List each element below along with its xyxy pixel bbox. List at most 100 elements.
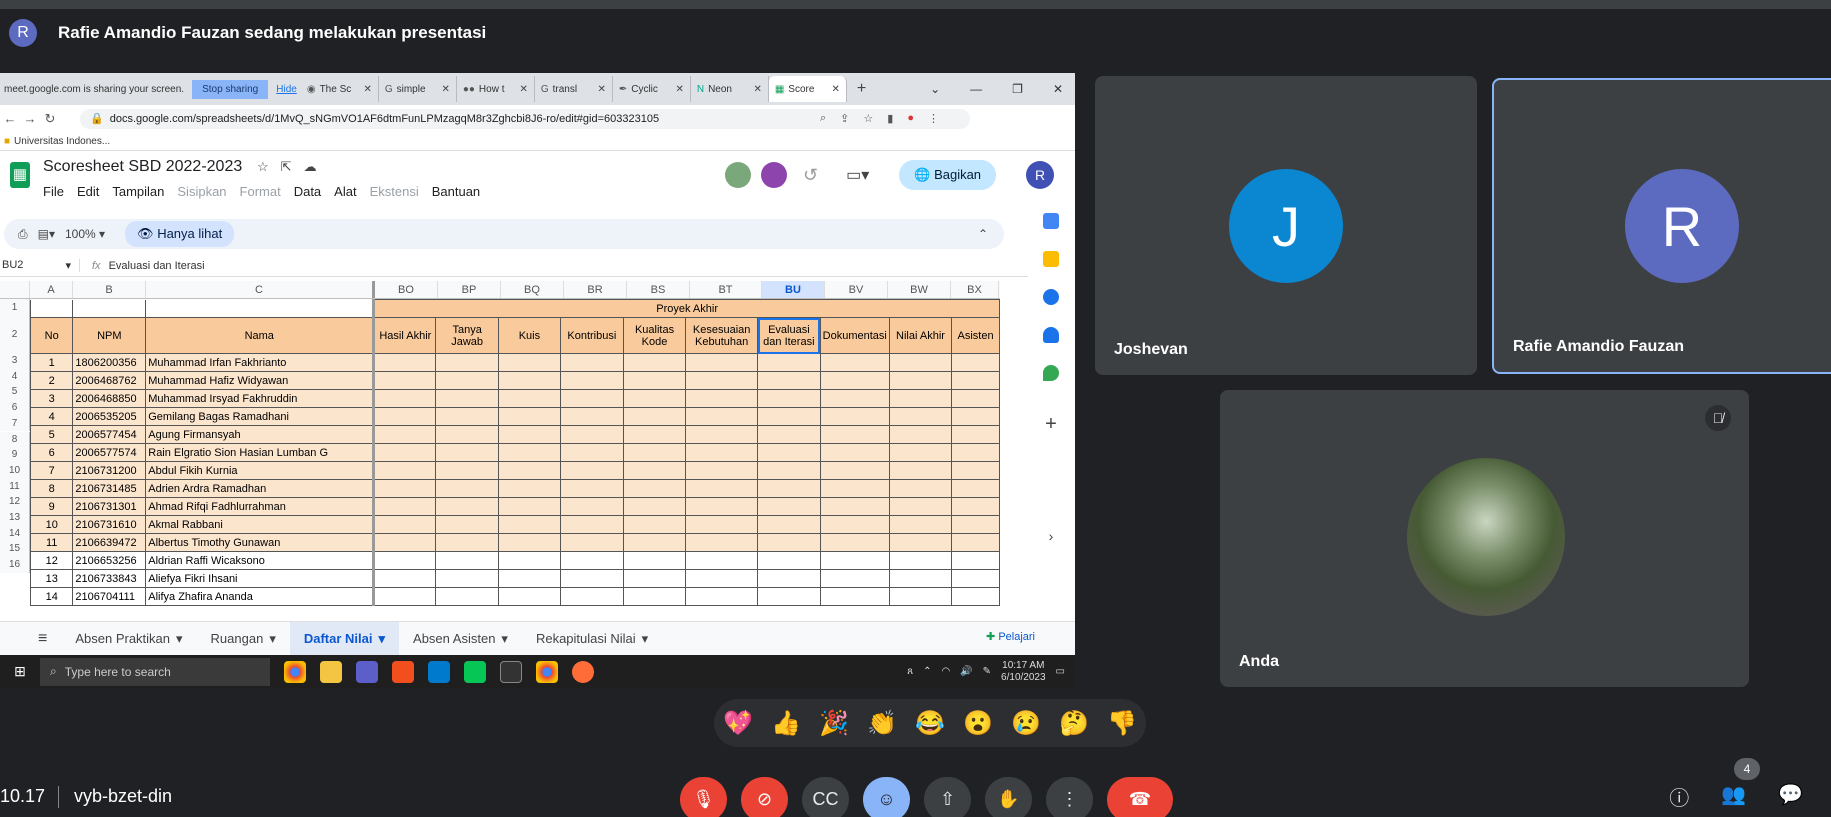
collaborator-avatar[interactable] bbox=[761, 162, 787, 188]
table-cell[interactable]: Agung Firmansyah bbox=[145, 425, 376, 444]
share-icon[interactable]: ⇪ bbox=[840, 112, 849, 125]
table-cell[interactable] bbox=[559, 569, 624, 588]
volume-icon[interactable]: 🔊 bbox=[960, 666, 972, 677]
row-header[interactable]: 4 bbox=[0, 368, 30, 385]
table-cell[interactable] bbox=[685, 497, 759, 516]
table-cell[interactable] bbox=[559, 407, 624, 426]
table-cell[interactable] bbox=[435, 569, 499, 588]
table-cell[interactable]: 2106733843 bbox=[72, 569, 147, 588]
browser-tab[interactable]: N Neon ✕ bbox=[691, 76, 769, 102]
add-icon[interactable]: + bbox=[1045, 413, 1057, 436]
col-header[interactable]: BX bbox=[951, 281, 999, 298]
surprised-reaction[interactable]: 😮 bbox=[963, 709, 993, 738]
table-cell[interactable] bbox=[819, 479, 890, 498]
star-icon[interactable]: ☆ bbox=[863, 112, 873, 125]
chrome-icon[interactable] bbox=[284, 660, 306, 683]
folder-icon[interactable] bbox=[320, 660, 342, 683]
laugh-reaction[interactable]: 😂 bbox=[915, 709, 945, 738]
table-cell[interactable] bbox=[757, 479, 821, 498]
close-window-icon[interactable]: ✕ bbox=[1053, 82, 1063, 96]
menu-tools[interactable]: Alat bbox=[334, 184, 356, 199]
table-cell[interactable] bbox=[951, 587, 1000, 606]
col-header[interactable]: BW bbox=[888, 281, 951, 298]
table-cell[interactable] bbox=[373, 569, 437, 588]
col-header[interactable]: BR bbox=[564, 281, 627, 298]
table-cell[interactable] bbox=[757, 443, 821, 462]
leave-call-button[interactable]: ☎ bbox=[1107, 777, 1173, 817]
table-cell[interactable] bbox=[819, 371, 890, 390]
chevron-down-icon[interactable]: ▾ bbox=[379, 631, 386, 647]
table-cell[interactable] bbox=[888, 479, 953, 498]
table-cell[interactable] bbox=[497, 497, 561, 516]
row-header[interactable]: 5 bbox=[0, 384, 30, 401]
learn-button[interactable]: ✚ Pelajari bbox=[986, 630, 1035, 643]
browser-tab[interactable]: Gtransl ✕ bbox=[535, 76, 613, 102]
col-header[interactable]: B bbox=[73, 281, 146, 298]
table-cell[interactable] bbox=[757, 407, 821, 426]
table-cell[interactable]: 2006468762 bbox=[72, 371, 147, 390]
table-cell[interactable]: Rain Elgratio Sion Hasian Lumban G bbox=[145, 443, 376, 462]
menu-edit[interactable]: Edit bbox=[77, 184, 99, 199]
table-cell[interactable] bbox=[435, 461, 499, 480]
table-cell[interactable]: 14 bbox=[29, 587, 74, 606]
chat-icon[interactable]: 💬 bbox=[1778, 782, 1803, 811]
info-icon[interactable]: ⓘ bbox=[1669, 782, 1689, 811]
table-cell[interactable] bbox=[888, 407, 953, 426]
table-cell[interactable]: 1806200356 bbox=[72, 353, 147, 372]
col-header[interactable]: BT bbox=[690, 281, 762, 298]
table-cell[interactable] bbox=[373, 479, 437, 498]
name-box[interactable]: BU2 ▾ bbox=[0, 259, 80, 272]
close-icon[interactable]: ✕ bbox=[831, 84, 839, 95]
col-header[interactable]: BP bbox=[438, 281, 501, 298]
table-cell[interactable] bbox=[373, 443, 437, 462]
table-cell[interactable] bbox=[373, 371, 437, 390]
table-cell[interactable] bbox=[435, 551, 499, 570]
sparkling-heart-reaction[interactable]: 💖 bbox=[723, 709, 753, 738]
taskbar-search[interactable]: ⌕ Type here to search bbox=[40, 657, 270, 686]
row-header[interactable]: 10 bbox=[0, 462, 30, 479]
more-icon[interactable]: ⋮ bbox=[928, 112, 939, 125]
table-cell[interactable] bbox=[622, 587, 687, 606]
tasks-icon[interactable] bbox=[1043, 289, 1059, 305]
table-cell[interactable] bbox=[497, 443, 561, 462]
table-cell[interactable] bbox=[685, 443, 759, 462]
table-cell[interactable] bbox=[819, 443, 890, 462]
back-icon[interactable]: ← bbox=[0, 111, 20, 126]
table-cell[interactable]: 2106639472 bbox=[72, 533, 147, 552]
document-title[interactable]: Scoresheet SBD 2022-2023 bbox=[43, 158, 242, 176]
table-cell[interactable] bbox=[757, 461, 821, 480]
table-cell[interactable] bbox=[622, 497, 687, 516]
minimize-icon[interactable]: — bbox=[970, 82, 982, 96]
table-cell[interactable] bbox=[685, 353, 759, 372]
table-cell[interactable] bbox=[622, 551, 687, 570]
header-cell[interactable] bbox=[145, 299, 376, 318]
keep-icon[interactable] bbox=[1043, 251, 1059, 267]
row-header[interactable]: 1 bbox=[0, 299, 30, 317]
party-reaction[interactable]: 🎉 bbox=[819, 709, 849, 738]
header-cell[interactable]: Nama bbox=[145, 317, 376, 354]
table-cell[interactable]: Muhammad Irsyad Fakhruddin bbox=[145, 389, 376, 408]
star-icon[interactable]: ☆ bbox=[257, 159, 269, 175]
table-cell[interactable]: 2006577574 bbox=[72, 443, 147, 462]
table-cell[interactable] bbox=[373, 461, 437, 480]
table-cell[interactable] bbox=[373, 533, 437, 552]
table-cell[interactable] bbox=[559, 389, 624, 408]
zoom-select[interactable]: 100% ▾ bbox=[65, 227, 105, 241]
menu-file[interactable]: File bbox=[43, 184, 64, 199]
table-cell[interactable] bbox=[888, 353, 953, 372]
present-button[interactable]: ⇧ bbox=[924, 777, 971, 817]
table-cell[interactable] bbox=[888, 533, 953, 552]
table-cell[interactable] bbox=[559, 461, 624, 480]
table-cell[interactable] bbox=[888, 425, 953, 444]
table-cell[interactable] bbox=[622, 569, 687, 588]
close-icon[interactable]: ✕ bbox=[753, 84, 761, 95]
sheet-tab[interactable]: Ruangan ▾ bbox=[197, 622, 290, 656]
row-header[interactable]: 13 bbox=[0, 510, 30, 526]
bookmark-item[interactable]: Universitas Indones... bbox=[14, 136, 110, 147]
table-cell[interactable] bbox=[373, 497, 437, 516]
table-cell[interactable]: 2106731485 bbox=[72, 479, 147, 498]
account-avatar[interactable]: R bbox=[1026, 161, 1055, 189]
new-tab-button[interactable]: + bbox=[857, 80, 866, 98]
table-cell[interactable]: Alifya Zhafira Ananda bbox=[145, 587, 376, 606]
table-cell[interactable] bbox=[951, 443, 1000, 462]
